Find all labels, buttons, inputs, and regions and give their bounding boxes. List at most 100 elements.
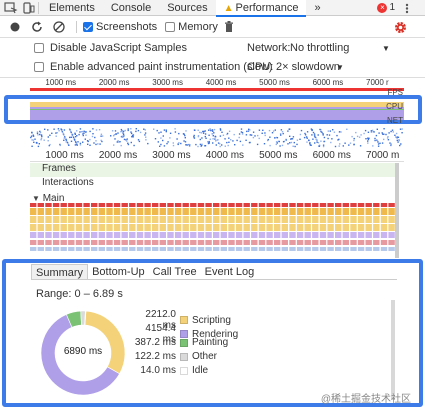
flame-chart-task[interactable]: [296, 240, 304, 245]
flame-chart-task[interactable]: [60, 216, 67, 223]
network-dropdown-icon[interactable]: ▼: [382, 44, 390, 53]
flame-chart-task[interactable]: [167, 240, 174, 245]
flame-chart-task[interactable]: [373, 224, 380, 231]
flame-chart-task[interactable]: [350, 216, 357, 223]
flame-chart-task[interactable]: [388, 224, 395, 231]
flame-chart-task[interactable]: [174, 240, 182, 245]
flame-chart-task[interactable]: [296, 247, 304, 251]
flame-chart-task[interactable]: [98, 203, 105, 207]
flame-chart-task[interactable]: [357, 224, 365, 231]
flame-chart-task[interactable]: [106, 203, 113, 207]
flame-chart-task[interactable]: [380, 216, 388, 223]
flame-chart-task[interactable]: [37, 208, 44, 215]
tab-elements[interactable]: Elements: [41, 0, 103, 16]
cpu-dropdown-icon[interactable]: ▼: [336, 63, 344, 72]
flame-chart-task[interactable]: [266, 203, 273, 207]
flame-chart-task[interactable]: [98, 247, 105, 251]
flame-chart-task[interactable]: [312, 203, 319, 207]
flame-chart-task[interactable]: [91, 216, 98, 223]
flame-chart-task[interactable]: [388, 203, 395, 207]
flame-chart-task[interactable]: [228, 216, 235, 223]
flame-chart-task[interactable]: [296, 208, 304, 215]
flame-chart-task[interactable]: [45, 240, 52, 245]
flame-chart-task[interactable]: [220, 216, 227, 223]
flame-chart-task[interactable]: [312, 216, 319, 223]
flame-chart-task[interactable]: [228, 208, 235, 215]
flame-chart-task[interactable]: [304, 232, 311, 238]
trash-icon[interactable]: [224, 21, 234, 33]
flame-chart-task[interactable]: [327, 216, 334, 223]
flame-chart-task[interactable]: [213, 216, 220, 223]
tab-performance[interactable]: ▲ Performance: [215, 0, 307, 17]
flame-chart-task[interactable]: [75, 224, 83, 231]
flame-chart-task[interactable]: [220, 203, 227, 207]
flame-chart-task[interactable]: [266, 247, 273, 251]
flame-chart-task[interactable]: [129, 216, 136, 223]
flame-chart-task[interactable]: [213, 232, 220, 238]
flame-chart-task[interactable]: [83, 224, 90, 231]
flame-chart-task[interactable]: [30, 224, 37, 231]
flame-chart-task[interactable]: [251, 224, 258, 231]
flame-chart-task[interactable]: [159, 216, 166, 223]
flame-chart-task[interactable]: [37, 203, 44, 207]
flame-chart-task[interactable]: [75, 216, 83, 223]
flame-chart-task[interactable]: [113, 208, 121, 215]
flame-chart-task[interactable]: [121, 224, 128, 231]
flame-chart-task[interactable]: [205, 208, 212, 215]
flame-chart-task[interactable]: [327, 240, 334, 245]
flame-chart-task[interactable]: [312, 240, 319, 245]
flame-chart-task[interactable]: [281, 216, 288, 223]
flame-chart-task[interactable]: [228, 232, 235, 238]
flame-chart-task[interactable]: [121, 208, 128, 215]
flame-chart-task[interactable]: [30, 247, 37, 251]
device-toolbar-icon[interactable]: [22, 1, 36, 14]
flame-chart-task[interactable]: [37, 232, 44, 238]
flame-chart-task[interactable]: [129, 203, 136, 207]
flame-chart-task[interactable]: [388, 247, 395, 251]
flame-chart-task[interactable]: [129, 224, 136, 231]
flame-chart-task[interactable]: [319, 216, 327, 223]
disable-js-samples-checkbox[interactable]: [34, 43, 44, 53]
flame-chart-task[interactable]: [304, 247, 311, 251]
flame-chart-task[interactable]: [113, 240, 121, 245]
flame-chart-task[interactable]: [228, 240, 235, 245]
flame-chart-task[interactable]: [190, 208, 197, 215]
flame-chart-task[interactable]: [121, 247, 128, 251]
flame-chart-task[interactable]: [380, 240, 388, 245]
flame-chart-task[interactable]: [159, 224, 166, 231]
flame-chart-task[interactable]: [106, 224, 113, 231]
flame-chart-task[interactable]: [327, 203, 334, 207]
flame-chart-task[interactable]: [319, 240, 327, 245]
flame-chart-task[interactable]: [182, 208, 189, 215]
flame-chart-task[interactable]: [167, 203, 174, 207]
gear-icon[interactable]: [394, 21, 407, 34]
flame-chart-task[interactable]: [144, 232, 151, 238]
flame-chart-task[interactable]: [228, 247, 235, 251]
flame-chart-task[interactable]: [182, 216, 189, 223]
flame-chart-task[interactable]: [365, 232, 372, 238]
flame-chart-task[interactable]: [289, 203, 296, 207]
flame-chart-task[interactable]: [83, 232, 90, 238]
flame-chart-task[interactable]: [281, 247, 288, 251]
flame-chart-task[interactable]: [174, 203, 182, 207]
flame-chart-task[interactable]: [327, 232, 334, 238]
flame-chart-task[interactable]: [380, 203, 388, 207]
flame-chart-task[interactable]: [258, 247, 266, 251]
flame-chart-task[interactable]: [342, 247, 349, 251]
flame-chart-task[interactable]: [342, 216, 349, 223]
flame-chart-task[interactable]: [266, 240, 273, 245]
flame-chart-task[interactable]: [152, 224, 159, 231]
flame-chart-task[interactable]: [243, 216, 250, 223]
flame-chart-task[interactable]: [136, 224, 144, 231]
flame-chart-task[interactable]: [68, 208, 75, 215]
flame-chart-task[interactable]: [220, 232, 227, 238]
flame-chart-task[interactable]: [60, 203, 67, 207]
flame-chart-task[interactable]: [243, 247, 250, 251]
flame-chart-task[interactable]: [235, 232, 243, 238]
collapse-triangle-icon[interactable]: ▼: [32, 194, 40, 203]
flame-chart-task[interactable]: [335, 208, 342, 215]
flame-chart-task[interactable]: [52, 224, 60, 231]
flame-chart-task[interactable]: [167, 247, 174, 251]
flame-chart-task[interactable]: [197, 240, 205, 245]
flame-chart-task[interactable]: [365, 216, 372, 223]
